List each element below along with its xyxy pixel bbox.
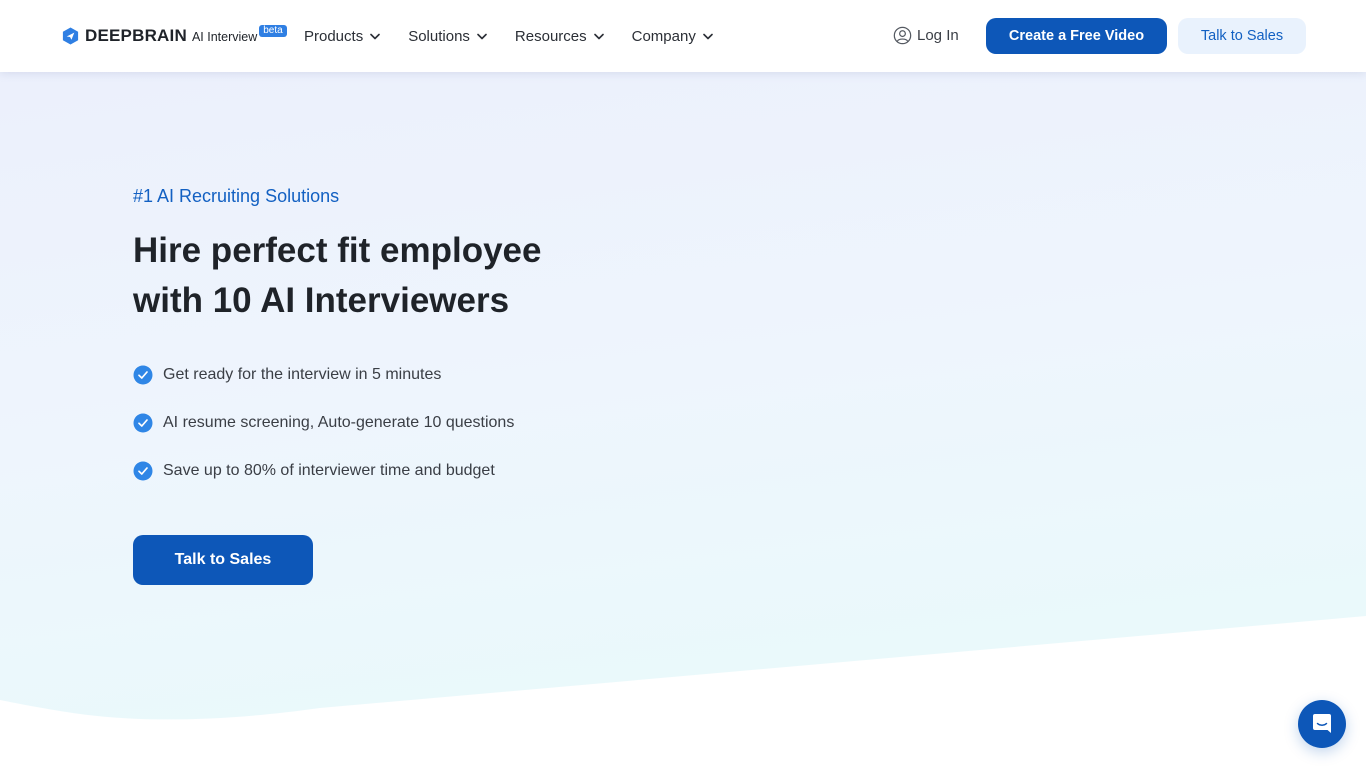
check-circle-icon: [133, 413, 153, 433]
login-label: Log In: [917, 27, 959, 44]
nav-item-products[interactable]: Products: [304, 27, 381, 45]
feature-list: Get ready for the interview in 5 minutes…: [133, 363, 514, 507]
beta-badge: beta: [259, 25, 287, 37]
check-circle-icon: [133, 365, 153, 385]
brand-logo[interactable]: DEEPBRAIN AI Interview beta: [61, 25, 287, 46]
chevron-down-icon: [477, 33, 487, 39]
feature-item: Get ready for the interview in 5 minutes: [133, 363, 514, 387]
chevron-down-icon: [593, 33, 604, 39]
brand-name: DEEPBRAIN: [85, 26, 187, 45]
talk-to-sales-hero-button[interactable]: Talk to Sales: [133, 535, 313, 585]
main-nav: Products Solutions Resources Company: [304, 24, 741, 48]
product-name: AI Interview: [191, 30, 258, 44]
chat-launcher-button[interactable]: [1298, 700, 1346, 748]
nav-item-label: Resources: [514, 27, 587, 45]
nav-item-resources[interactable]: Resources: [515, 28, 604, 45]
chat-bubble-icon: [1313, 714, 1331, 733]
site-header: DEEPBRAIN AI Interview beta Products Sol…: [0, 0, 1366, 72]
feature-item: Save up to 80% of interviewer time and b…: [133, 459, 514, 483]
chevron-down-icon: [703, 33, 713, 39]
deepbrain-logo-icon: [62, 27, 79, 45]
hero-headline: Hire perfect fit employee with 10 AI Int…: [133, 226, 653, 326]
check-circle-icon: [133, 461, 153, 481]
talk-to-sales-header-button[interactable]: Talk to Sales: [1178, 18, 1306, 54]
nav-item-label: Solutions: [408, 27, 470, 45]
create-free-video-button[interactable]: Create a Free Video: [986, 18, 1167, 54]
feature-item: AI resume screening, Auto-generate 10 qu…: [133, 411, 514, 435]
hero-headline-line-2: with 10 AI Interviewers: [133, 281, 510, 320]
nav-item-company[interactable]: Company: [632, 28, 713, 45]
hero-headline-line-1: Hire perfect fit employee: [133, 231, 542, 270]
feature-text: Save up to 80% of interviewer time and b…: [163, 462, 495, 479]
login-link[interactable]: Log In: [893, 26, 959, 45]
chevron-down-icon: [370, 33, 381, 39]
nav-item-label: Company: [631, 27, 696, 45]
nav-item-label: Products: [304, 27, 364, 45]
nav-item-solutions[interactable]: Solutions: [408, 28, 487, 45]
feature-text: AI resume screening, Auto-generate 10 qu…: [163, 414, 515, 431]
hero-eyebrow: #1 AI Recruiting Solutions: [133, 186, 340, 206]
feature-text: Get ready for the interview in 5 minutes: [163, 366, 442, 383]
user-circle-icon: [893, 26, 912, 45]
